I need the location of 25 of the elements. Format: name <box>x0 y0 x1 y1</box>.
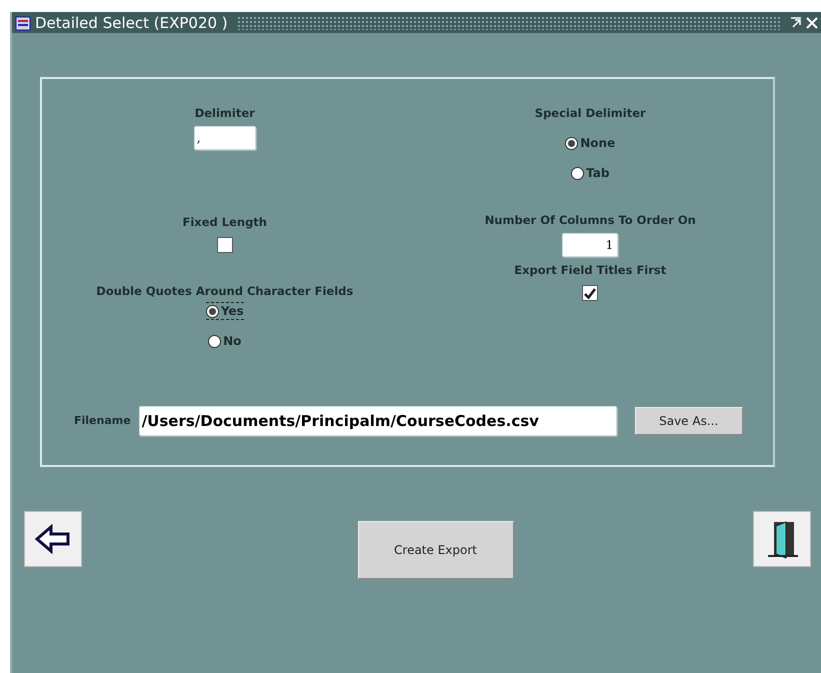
window-title: Detailed Select (EXP020 ) <box>35 14 228 32</box>
order-columns-field[interactable]: 1 <box>562 233 618 257</box>
filename-field[interactable]: /Users/Documents/Principalm/CourseCodes.csv <box>138 406 617 436</box>
app-icon <box>14 14 32 32</box>
save-as-button[interactable]: Save As... <box>634 406 743 434</box>
close-icon[interactable] <box>805 16 819 30</box>
radio-option[interactable]: Tab <box>571 164 610 182</box>
fixed-length-label: Fixed Length <box>182 215 267 229</box>
maximize-icon[interactable] <box>790 16 802 28</box>
radio-option[interactable]: Yes <box>206 302 244 320</box>
left-arrow-icon <box>35 524 71 554</box>
checkbox[interactable] <box>582 285 598 301</box>
delimiter-label: Delimiter <box>194 106 255 120</box>
exit-button[interactable] <box>753 511 811 567</box>
create-export-button[interactable]: Create Export <box>358 521 514 579</box>
back-button[interactable] <box>24 511 82 567</box>
filename-label: Filename <box>74 414 131 427</box>
checkbox[interactable] <box>216 237 233 253</box>
delimiter-field[interactable]: , <box>194 126 256 150</box>
radio-option[interactable]: No <box>208 332 242 350</box>
special-delimiter-label: Special Delimiter <box>534 106 646 120</box>
export-titles-label: Export Field Titles First <box>514 263 666 277</box>
double-quotes-label: Double Quotes Around Character Fields <box>96 284 354 298</box>
order-columns-label: Number Of Columns To Order On <box>484 213 696 227</box>
radio-option[interactable]: None <box>565 134 616 152</box>
